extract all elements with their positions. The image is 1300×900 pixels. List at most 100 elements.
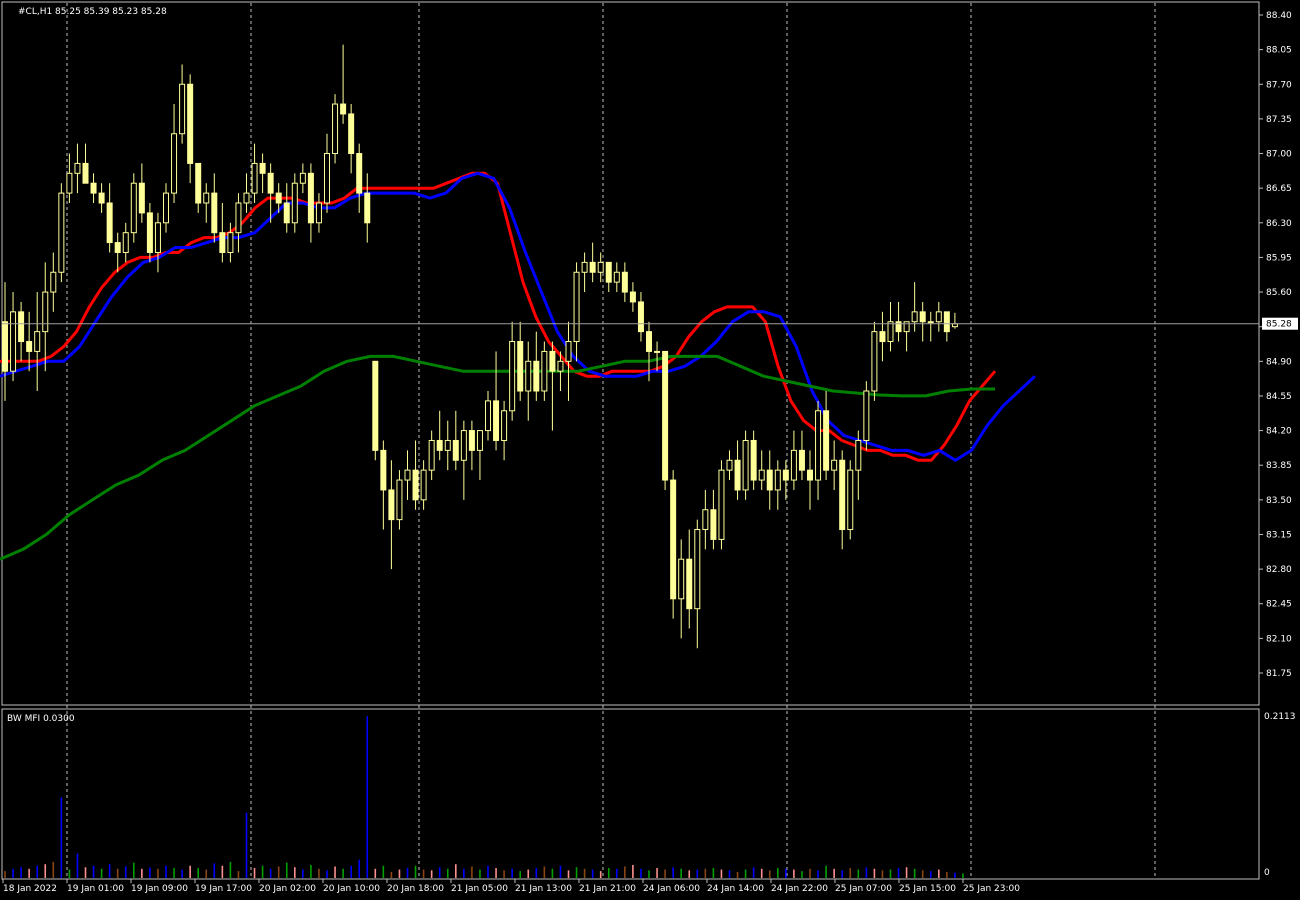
candle-body-up	[654, 350, 661, 353]
candle-body-up	[58, 192, 65, 273]
candle-body-down	[2, 321, 8, 372]
price-tick-label: 87.70	[1266, 80, 1292, 90]
candle-body-down	[605, 261, 612, 283]
candle-body-up	[251, 162, 258, 194]
candle-body-up	[476, 430, 483, 451]
candle-body-up	[613, 271, 620, 283]
candle-body-up	[678, 558, 685, 600]
candle-body-up	[541, 350, 548, 392]
trading-terminal: #CL,H1 85.25 85.39 85.23 85.28 88.40 88.0…	[0, 0, 1300, 900]
time-tick-label: 18 Jan 2022	[3, 884, 57, 894]
candle-body-down	[589, 261, 596, 273]
candle-body-down	[662, 350, 669, 481]
candle-body-down	[621, 271, 628, 293]
candle-body-down	[283, 202, 290, 224]
price-tick-label: 82.80	[1266, 565, 1292, 575]
candle-body-up	[420, 469, 427, 501]
candle-body-down	[372, 360, 379, 451]
indicator-tick-label: 0.2113	[1264, 712, 1296, 722]
candle-body-up	[573, 271, 580, 343]
price-tick-label: 87.00	[1266, 150, 1292, 160]
candle-body-up	[774, 469, 781, 491]
candle-body-down	[517, 341, 524, 392]
candle-body-up	[42, 291, 49, 333]
candle-body-down	[114, 242, 121, 253]
time-tick-label: 19 Jan 01:00	[67, 884, 124, 894]
candle-body-down	[267, 172, 274, 194]
candle-body-up	[227, 232, 234, 253]
candle-body-down	[307, 172, 314, 224]
candle-body-down	[436, 439, 443, 451]
candle-body-up	[509, 341, 516, 412]
candle-body-down	[340, 103, 347, 115]
chart-background	[0, 0, 1300, 900]
candle-body-up	[831, 459, 838, 471]
candle-body-up	[404, 469, 411, 481]
indicator-tick-label: 0	[1264, 868, 1270, 878]
time-tick-label: 24 Jan 14:00	[707, 884, 764, 894]
candle-body-up	[742, 439, 749, 491]
time-tick-label: 19 Jan 09:00	[131, 884, 188, 894]
candle-body-down	[388, 489, 395, 521]
candle-body-up	[154, 222, 161, 253]
candle-body-up	[396, 479, 403, 521]
candle-body-up	[525, 360, 532, 392]
candle-body-up	[565, 341, 572, 362]
candle-body-down	[637, 301, 644, 333]
time-tick-label: 21 Jan 13:00	[515, 884, 572, 894]
price-tick-label: 82.45	[1266, 600, 1292, 610]
candle-body-up	[887, 321, 894, 343]
candle-body-up	[815, 410, 822, 481]
candle-body-up	[315, 202, 322, 224]
candle-body-up	[291, 182, 298, 224]
candle-body-down	[82, 162, 89, 184]
candle-body-up	[203, 192, 210, 204]
price-tick-label: 83.15	[1266, 530, 1292, 540]
time-tick-label: 25 Jan 23:00	[963, 884, 1020, 894]
candle-body-down	[90, 182, 97, 194]
time-tick-label: 25 Jan 07:00	[835, 884, 892, 894]
candle-body-up	[66, 172, 73, 194]
price-tick-label: 86.30	[1266, 219, 1292, 229]
symbol-header: #CL,H1 85.25 85.39 85.23 85.28	[18, 7, 167, 17]
price-tick-label: 88.40	[1266, 11, 1292, 21]
candle-body-down	[26, 341, 33, 352]
price-tick-label: 88.05	[1266, 46, 1292, 56]
candle-body-down	[549, 350, 556, 372]
price-tick-label: 85.60	[1266, 288, 1292, 298]
price-tick-label: 84.55	[1266, 392, 1292, 402]
price-tick-label: 84.90	[1266, 357, 1292, 367]
candle-body-down	[98, 192, 105, 204]
candle-body-down	[211, 192, 218, 234]
candle-body-down	[380, 449, 387, 491]
candle-body-down	[943, 311, 950, 333]
price-tick-label: 87.35	[1266, 115, 1292, 125]
candle-body-up	[935, 311, 942, 323]
candle-body-up	[10, 311, 17, 372]
candle-body-down	[646, 331, 652, 352]
candle-body-down	[807, 469, 813, 481]
time-tick-label: 24 Jan 06:00	[643, 884, 700, 894]
candle-body-up	[485, 400, 491, 432]
price-tick-label: 83.85	[1266, 461, 1292, 471]
candle-body-up	[911, 311, 918, 323]
time-tick-label: 19 Jan 17:00	[195, 884, 252, 894]
candle-body-up	[501, 410, 508, 441]
candle-body-down	[195, 162, 202, 204]
candle-body-down	[919, 311, 926, 323]
candle-body-down	[146, 212, 153, 253]
candle-body-down	[734, 459, 741, 491]
candle-body-up	[34, 331, 41, 352]
candle-body-up	[790, 449, 797, 481]
price-tick-label: 81.75	[1266, 669, 1292, 679]
candle-body-up	[74, 162, 81, 174]
candle-body-up	[581, 261, 588, 273]
candle-body-down	[533, 360, 540, 392]
candle-body-up	[557, 360, 564, 372]
candle-body-down	[259, 162, 266, 174]
candle-body-up	[122, 232, 129, 253]
candle-body-up	[863, 390, 870, 441]
candle-body-down	[879, 331, 886, 343]
current-price-badge: 85.28	[1262, 317, 1298, 330]
candle-body-down	[348, 113, 355, 155]
